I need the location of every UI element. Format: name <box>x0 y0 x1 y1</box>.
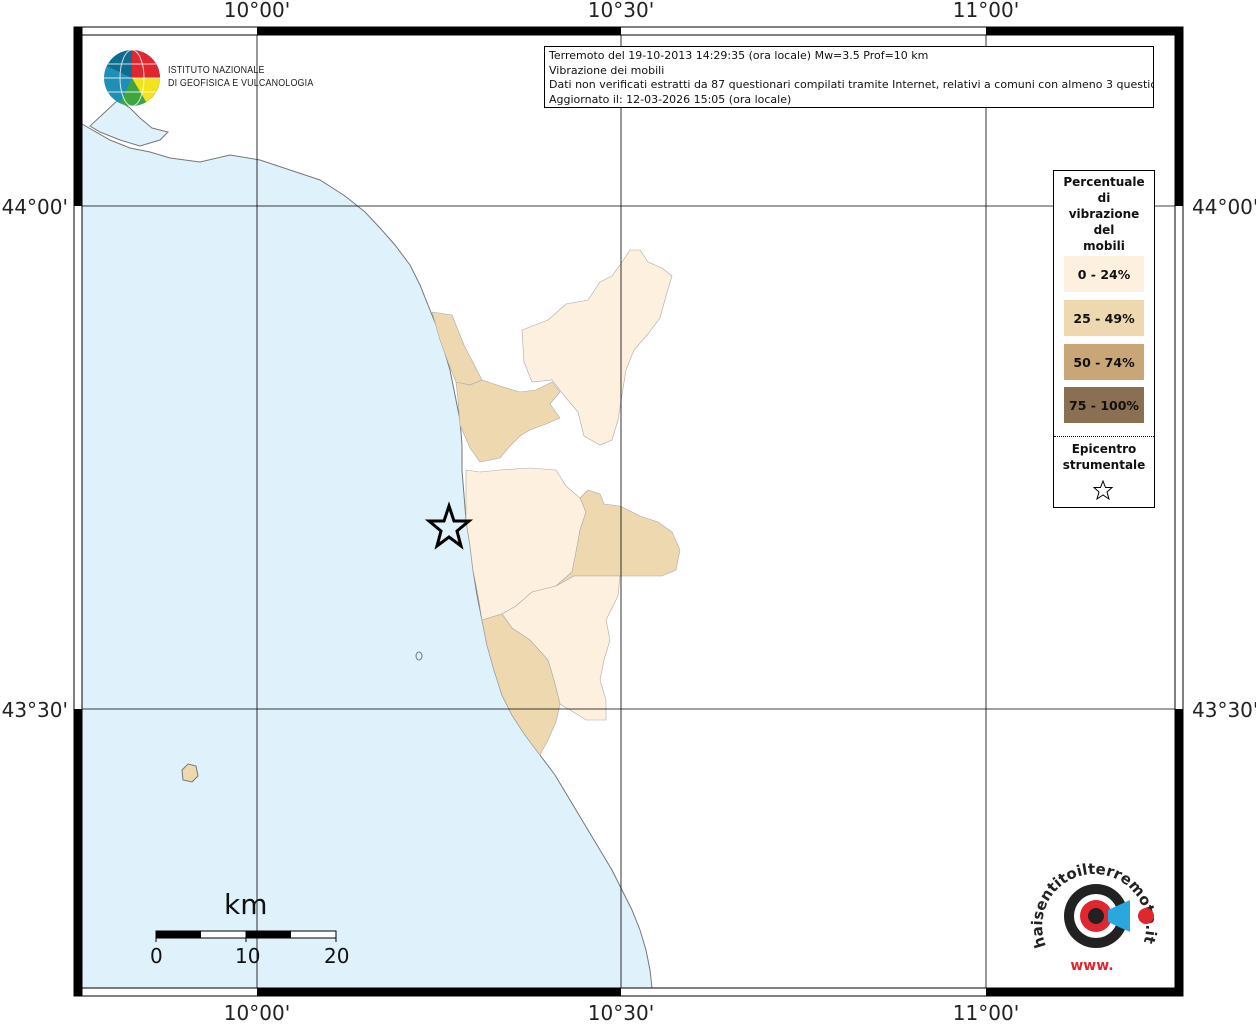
legend-title-line: del <box>1093 223 1115 237</box>
legend-swatch-1: 25 - 49% <box>1064 300 1144 336</box>
legend-separator <box>1054 436 1154 437</box>
lon-label-top: 10°30' <box>588 0 654 22</box>
scale-unit: km <box>224 888 268 921</box>
hs-watermark-url: www. <box>1070 958 1113 974</box>
legend-epicenter-line: strumentale <box>1062 458 1146 472</box>
ingv-logo: ISTITUTO NAZIONALE DI GEOFISICA E VULCAN… <box>100 48 320 110</box>
event-info-line: Terremoto del 19-10-2013 14:29:35 (ora l… <box>549 49 929 62</box>
event-info-line: Dati non verificati estratti da 87 quest… <box>549 78 1154 91</box>
legend: Percentuale di vibrazione del mobili 0 -… <box>1053 170 1155 508</box>
ingv-line1: ISTITUTO NAZIONALE <box>168 64 265 76</box>
legend-title-line: vibrazione <box>1068 207 1140 221</box>
legend-title-line: mobili <box>1083 239 1125 253</box>
lon-label-bottom: 11°00' <box>953 1001 1019 1024</box>
lat-label-left: 44°00' <box>2 195 68 219</box>
event-info-line: Vibrazione dei mobili <box>549 63 665 77</box>
lon-label-bottom: 10°30' <box>588 1001 654 1024</box>
lat-label-left: 43°30' <box>2 698 68 722</box>
legend-title-line: Percentuale <box>1063 175 1145 189</box>
scale-tick-label: 10 <box>235 944 261 968</box>
lat-label-right: 44°00' <box>1192 195 1256 219</box>
lon-label-bottom: 10°00' <box>224 1001 290 1024</box>
legend-title: Percentuale di vibrazione del mobili <box>1054 174 1154 254</box>
ingv-globe-icon <box>104 49 160 107</box>
lon-label-top: 10°00' <box>224 0 290 22</box>
ingv-logo-text: ISTITUTO NAZIONALE DI GEOFISICA E VULCAN… <box>168 64 313 90</box>
hs-watermark-logo: haisentitoilterremoto.it www. <box>1030 860 1160 974</box>
star-icon <box>1092 479 1114 501</box>
islet <box>415 651 423 661</box>
ingv-line2: DI GEOFISICA E VULCANOLOGIA <box>168 77 314 89</box>
event-info-line: Aggiornato il: 12-03-2026 15:05 (ora loc… <box>549 92 792 106</box>
legend-swatch-0: 0 - 24% <box>1064 256 1144 292</box>
scale-tick-label: 20 <box>324 944 350 968</box>
lon-label-top: 11°00' <box>953 0 1019 22</box>
lat-label-right: 43°30' <box>1192 698 1256 722</box>
legend-title-line: di <box>1097 191 1111 205</box>
legend-epicenter-label: Epicentro strumentale <box>1054 441 1154 473</box>
legend-swatch-2: 50 - 74% <box>1064 344 1144 380</box>
event-info-box: Terremoto del 19-10-2013 14:29:35 (ora l… <box>544 46 1154 108</box>
legend-swatch-3: 75 - 100% <box>1064 387 1144 423</box>
legend-epicenter-line: Epicentro <box>1071 442 1137 456</box>
scale-tick-label: 0 <box>150 944 163 968</box>
